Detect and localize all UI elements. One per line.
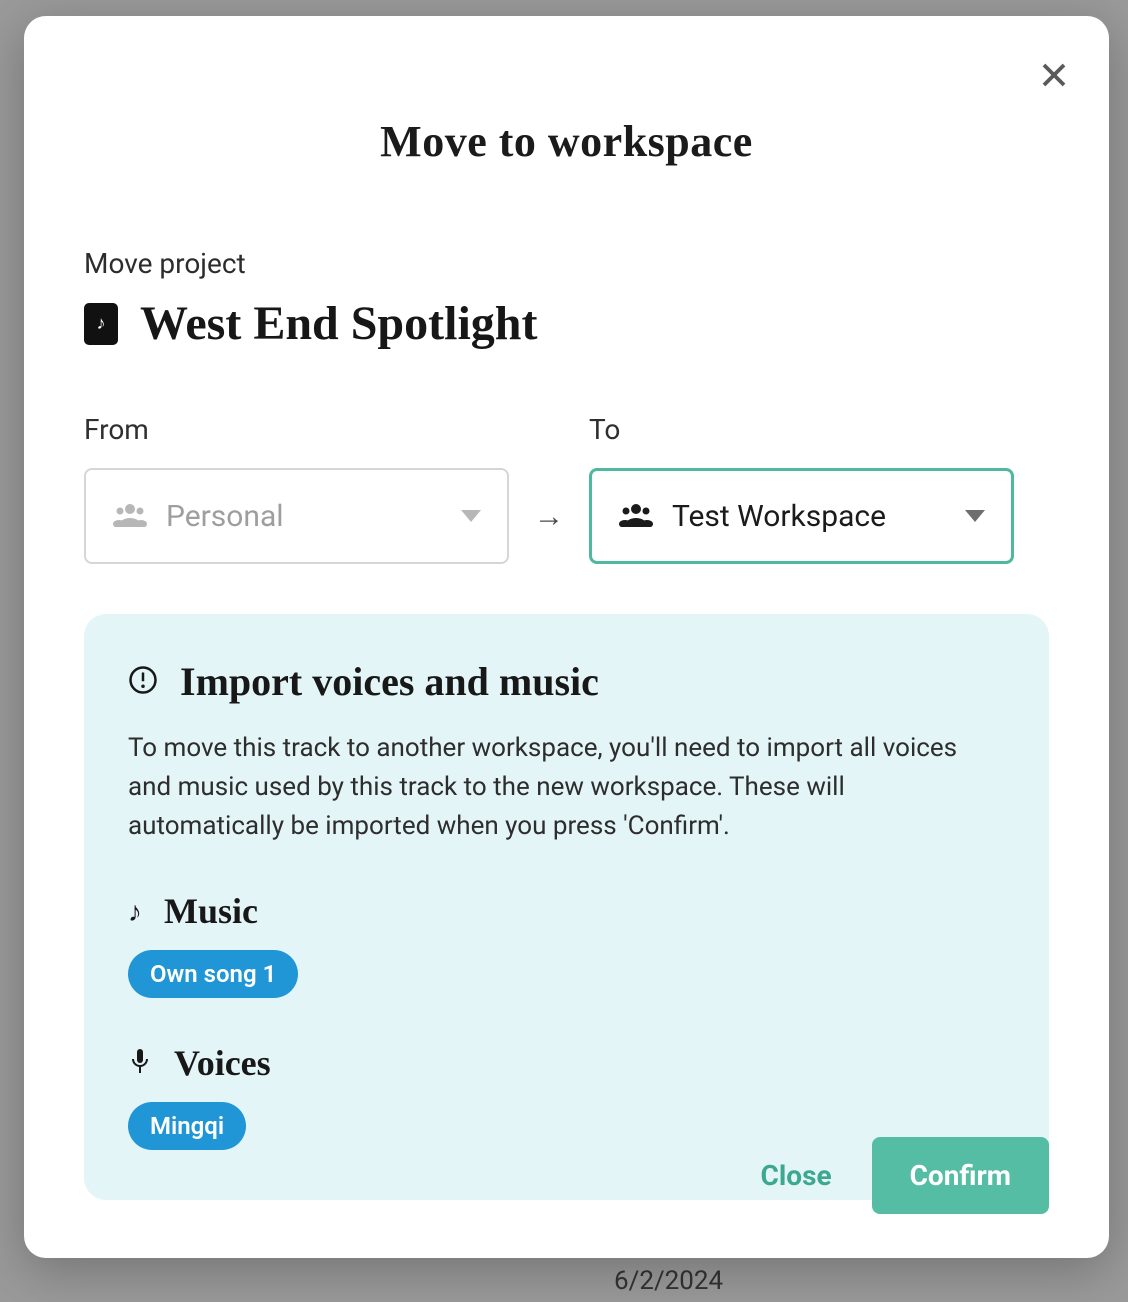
to-workspace-select[interactable]: Test Workspace (589, 468, 1014, 564)
from-to-row: From Personal → To Test Workspace (84, 413, 1049, 564)
alert-icon (128, 665, 158, 699)
close-button[interactable]: Close (761, 1159, 832, 1192)
microphone-icon (128, 1047, 152, 1079)
music-heading: Music (164, 890, 258, 932)
modal-title: Move to workspace (84, 116, 1049, 167)
people-icon (618, 501, 654, 531)
import-info-title: Import voices and music (180, 658, 599, 705)
from-workspace-select[interactable]: Personal (84, 468, 509, 564)
project-file-icon (84, 303, 118, 345)
import-info-panel: Import voices and music To move this tra… (84, 614, 1049, 1200)
move-project-label: Move project (84, 247, 1049, 280)
project-row: West End Spotlight (84, 296, 1049, 351)
confirm-button[interactable]: Confirm (872, 1137, 1049, 1214)
people-icon (112, 501, 148, 531)
music-note-icon: ♪ (128, 895, 142, 928)
from-label: From (84, 413, 509, 446)
chevron-down-icon (461, 510, 481, 522)
arrow-right-icon: → (509, 468, 589, 564)
voices-heading: Voices (174, 1042, 271, 1084)
project-name: West End Spotlight (140, 296, 537, 351)
music-chips: Own song 1 (128, 950, 1005, 998)
close-icon[interactable] (1037, 58, 1071, 92)
modal-footer: Close Confirm (761, 1137, 1049, 1214)
background-date: 6/2/2024 (614, 1266, 723, 1296)
import-info-description: To move this track to another workspace,… (128, 729, 1005, 846)
to-workspace-value: Test Workspace (672, 499, 947, 534)
move-workspace-modal: Move to workspace Move project West End … (24, 16, 1109, 1258)
chevron-down-icon (965, 510, 985, 522)
to-label: To (589, 413, 1014, 446)
from-workspace-value: Personal (166, 499, 443, 534)
voice-chip: Mingqi (128, 1102, 246, 1150)
music-chip: Own song 1 (128, 950, 298, 998)
